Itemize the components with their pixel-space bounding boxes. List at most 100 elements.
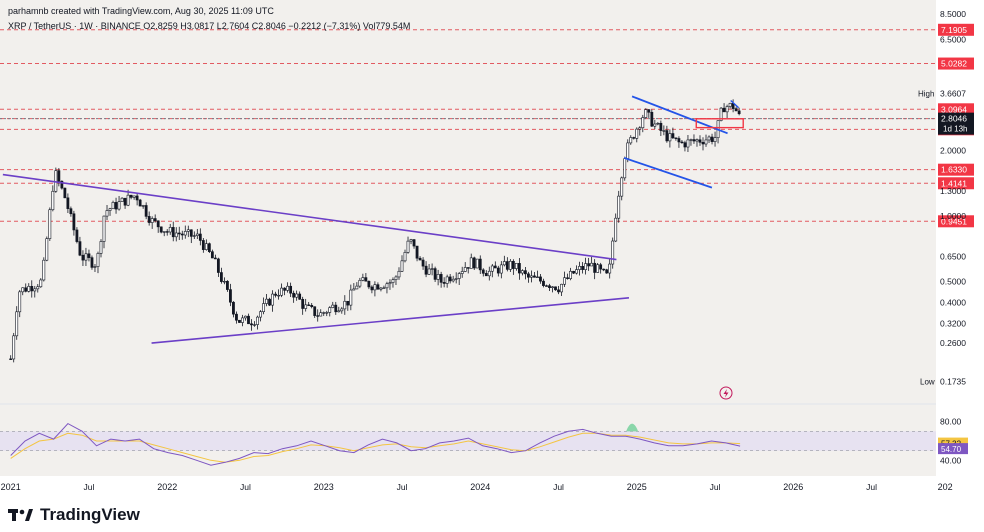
tradingview-logo-icon: [8, 507, 34, 523]
candle-body: [244, 315, 247, 319]
candle-body: [469, 257, 473, 269]
candle-body: [725, 106, 729, 113]
candle-body: [54, 170, 58, 192]
symbol-ohlc-line[interactable]: XRP / TetherUS · 1W · BINANCE O2.8259 H3…: [8, 21, 410, 31]
candle-body: [310, 304, 314, 307]
brand-name: TradingView: [40, 505, 140, 524]
candle-body: [707, 136, 711, 141]
price-tick-label: 0.5000: [940, 276, 966, 286]
candle-body: [566, 277, 569, 279]
candle-body: [349, 289, 353, 306]
candle-body: [9, 358, 13, 360]
candle-body: [277, 294, 280, 297]
time-tick-label: 2022: [157, 482, 177, 492]
candle-body: [668, 133, 672, 142]
time-tick-label: 202: [938, 482, 953, 492]
candle-body: [328, 307, 332, 313]
price-tick-label: 1.3000: [940, 186, 966, 196]
price-tick-label: 0.2600: [940, 338, 966, 348]
candle-body: [96, 253, 100, 267]
candle-body: [84, 253, 88, 261]
candle-body: [24, 287, 28, 292]
candle-body: [382, 287, 386, 289]
candle-body: [632, 137, 636, 139]
candle-body: [388, 282, 392, 285]
candle-body: [207, 243, 211, 252]
price-tick-label: 3.6607: [940, 89, 966, 99]
candle-body: [51, 190, 55, 211]
rsi-tick-label: 40.00: [940, 455, 962, 465]
candle-body: [216, 258, 220, 273]
candle-body: [33, 288, 37, 292]
candle-body: [475, 258, 479, 269]
candle-body: [539, 276, 542, 282]
candle-body: [548, 285, 551, 288]
candle-body: [385, 283, 389, 289]
candle-body: [704, 139, 708, 145]
candle-body: [424, 265, 428, 275]
chart-credit: parhamnb created with TradingView.com, A…: [8, 6, 274, 16]
candle-body: [274, 293, 277, 296]
candle-body: [93, 266, 97, 268]
candle-body: [502, 261, 506, 266]
candle-body: [623, 158, 627, 179]
candle-body: [238, 319, 241, 323]
candle-body: [599, 264, 603, 270]
candle-body: [665, 130, 669, 142]
candle-body: [340, 308, 344, 312]
candle-body: [737, 110, 741, 115]
candle-body: [542, 280, 545, 286]
candle-body: [343, 300, 347, 310]
candle-body: [376, 284, 380, 290]
candle-body: [247, 315, 250, 325]
candle-body: [524, 270, 527, 275]
candle-body: [289, 285, 293, 294]
level-label: 5.0282: [938, 57, 974, 70]
candle-body: [346, 300, 350, 306]
time-tick-label: 2021: [1, 482, 21, 492]
chart-root: 2021 Jul 2022 Jul 2023 Jul 2024 Jul 2025 Jul 2026 J…: [0, 0, 984, 532]
candle-body: [69, 208, 73, 215]
candle-body: [487, 270, 491, 277]
candle-body: [448, 276, 452, 282]
candle-body: [298, 293, 302, 300]
low-marker-label: Low: [920, 377, 935, 386]
candle-body: [584, 263, 588, 270]
level-label-text: 7.1905: [941, 25, 967, 35]
candle-body: [686, 139, 690, 148]
candle-body: [713, 137, 717, 142]
candle-body: [39, 279, 43, 288]
rsi-value-text: 54.70: [941, 445, 962, 454]
candle-body: [454, 278, 458, 280]
candle-body: [292, 292, 296, 298]
time-tick-label: 2026: [783, 482, 803, 492]
price-tick-label: 8.5000: [940, 9, 966, 19]
candle-body: [81, 254, 85, 261]
candle-body: [322, 312, 326, 314]
candle-body: [90, 257, 94, 268]
candle-body: [229, 289, 232, 303]
candle-body: [72, 213, 76, 231]
plot-background: [0, 0, 936, 476]
candle-body: [403, 252, 407, 262]
candle-body: [189, 229, 193, 237]
candle-body: [439, 274, 443, 283]
candle-body: [66, 197, 70, 209]
level-label-text: 1.6330: [941, 165, 967, 175]
candle-body: [394, 276, 398, 280]
candle-body: [563, 277, 566, 285]
candle-body: [430, 268, 434, 270]
time-tick-label: 2023: [314, 482, 334, 492]
tradingview-brand[interactable]: TradingView: [8, 505, 140, 525]
candle-body: [451, 278, 455, 282]
candle-body: [415, 245, 419, 259]
candle-body: [12, 335, 16, 360]
candle-body: [578, 266, 581, 270]
candle-body: [545, 285, 548, 287]
time-tick-label: Jul: [553, 482, 564, 492]
candle-body: [186, 229, 190, 232]
current-price-label: 2.80461d 13h: [938, 112, 974, 135]
candle-body: [674, 137, 678, 139]
candle-body: [265, 298, 268, 304]
candle-body: [126, 194, 130, 206]
